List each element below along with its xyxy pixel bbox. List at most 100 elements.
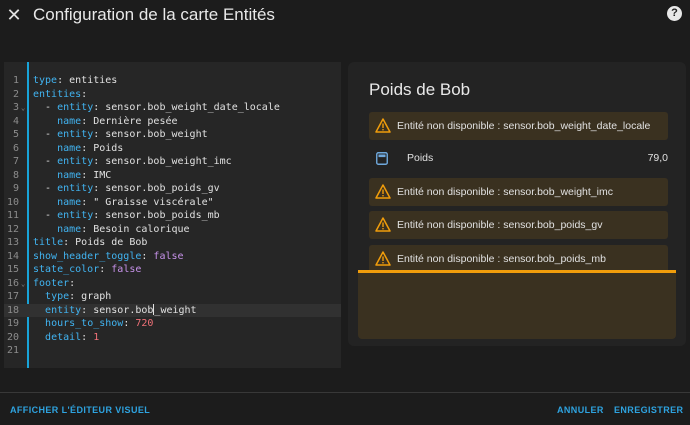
code-text: type: graph (33, 290, 111, 304)
line-number: 20 (6, 331, 19, 343)
code-token: entity (57, 102, 94, 113)
code-token: - (33, 129, 58, 140)
code-token: : sensor.bob_weight_date_locale (93, 102, 280, 113)
save-button[interactable]: ENREGISTRER (614, 404, 683, 416)
entity-name: Poids (407, 152, 434, 164)
code-text: footer: (33, 277, 75, 291)
code-line[interactable]: 4 name: Dernière pesée (4, 115, 341, 129)
cancel-button[interactable]: ANNULER (557, 404, 604, 416)
code-token: type (33, 75, 58, 86)
code-token: entity (57, 129, 94, 140)
code-token: entities (33, 88, 82, 100)
warning-icon (375, 118, 391, 133)
warning-text: Entité non disponible : sensor.bob_weigh… (397, 186, 613, 198)
code-text: entities: (33, 88, 87, 102)
code-token: - (33, 102, 58, 113)
code-line[interactable]: 11 - entity: sensor.bob_poids_mb (4, 209, 341, 223)
code-token: : (81, 88, 88, 100)
code-line[interactable]: 13 title: Poids de Bob (4, 236, 341, 250)
code-line[interactable]: 12 name: Besoin calorique (4, 223, 341, 237)
code-text: name: Dernière pesée (33, 115, 178, 129)
code-line[interactable]: 2 entities: (4, 88, 341, 102)
entity-row-poids[interactable]: Poids 79,0 (369, 149, 668, 169)
code-line[interactable]: 8 name: IMC (4, 169, 341, 183)
line-number: 21 (6, 345, 19, 356)
code-text: - entity: sensor.bob_poids_mb (33, 209, 220, 223)
code-token: : Besoin calorique (81, 223, 190, 235)
code-text: - entity: sensor.bob_poids_gv (33, 182, 220, 196)
code-token: : sensor.bob_poids_mb (93, 210, 220, 221)
code-line[interactable]: 9 - entity: sensor.bob_poids_gv (4, 182, 341, 196)
line-number: 2 (12, 88, 19, 100)
code-token: name (57, 169, 82, 181)
code-token: : sensor.bob_weight (93, 129, 208, 140)
code-token: name (57, 223, 82, 235)
code-line[interactable]: 10 name: " Graisse viscérale" (4, 196, 341, 210)
line-number: 18 (6, 304, 19, 316)
code-line[interactable]: 17 type: graph (4, 290, 341, 304)
code-line[interactable]: 21 (4, 344, 341, 358)
line-number: 7 (12, 156, 19, 167)
code-line[interactable]: 19 hours_to_show: 720 (4, 317, 341, 331)
code-line[interactable]: 5 - entity: sensor.bob_weight (4, 128, 341, 142)
code-line[interactable]: 7 - entity: sensor.bob_weight_imc (4, 155, 341, 169)
code-token: : sensor.bob (81, 304, 154, 316)
code-line[interactable]: 20 detail: 1 (4, 331, 341, 345)
line-number: 15 (6, 264, 19, 275)
code-text: show_header_toggle: false (33, 250, 184, 264)
code-token: : Poids de Bob (63, 237, 148, 248)
line-number: 10 (6, 196, 19, 208)
code-token: : Poids (81, 142, 124, 154)
yaml-code-editor[interactable]: 1 type: entities 2 entities: 3 ⌄ - entity: se… (4, 62, 341, 368)
code-line[interactable]: 15 state_color: false (4, 263, 341, 277)
code-token: title (33, 237, 64, 248)
line-number: 11 (6, 210, 19, 221)
code-token: - (33, 183, 58, 194)
fold-chevron-icon[interactable]: ⌄ (21, 278, 25, 292)
code-text: hours_to_show: 720 (33, 317, 153, 331)
code-line[interactable]: 1 type: entities (4, 74, 341, 88)
help-icon[interactable]: ? (667, 6, 682, 21)
code-token: : sensor.bob_poids_gv (93, 183, 220, 194)
code-line[interactable]: 16 ⌄ footer: (4, 277, 341, 291)
code-token: show_header_toggle (33, 250, 142, 262)
code-text: detail: 1 (33, 331, 99, 345)
card-title: Poids de Bob (369, 80, 471, 99)
code-token: : graph (69, 291, 112, 302)
warning-text: Entité non disponible : sensor.bob_poids… (397, 253, 606, 265)
code-line[interactable]: 14 show_header_toggle: false (4, 250, 341, 264)
show-visual-editor-button[interactable]: AFFICHER L'ÉDITEUR VISUEL (10, 404, 150, 416)
code-line[interactable]: 18 entity: sensor.bob_weight (4, 303, 341, 318)
code-text: type: entities (33, 74, 117, 88)
code-token: name (57, 142, 82, 154)
code-token: 1 (93, 331, 100, 343)
dialog-header: ✕ Configuration de la carte Entités ? (0, 0, 690, 30)
code-token: name (57, 196, 82, 208)
code-line[interactable]: 6 name: Poids (4, 142, 341, 156)
code-text: - entity: sensor.bob_weight_date_locale (33, 101, 280, 115)
code-token: : Dernière pesée (81, 115, 178, 127)
code-line[interactable]: 3 ⌄ - entity: sensor.bob_weight_date_loca… (4, 101, 341, 115)
code-token: : " Graisse viscérale" (81, 196, 214, 208)
entity-warning: Entité non disponible : sensor.bob_weigh… (369, 178, 668, 206)
close-icon[interactable]: ✕ (6, 4, 22, 26)
code-token: - (33, 210, 58, 221)
code-token: : (69, 277, 76, 289)
code-token: state_color (33, 264, 100, 275)
warning-icon (375, 184, 391, 199)
fold-chevron-icon[interactable]: ⌄ (21, 102, 25, 116)
code-token: : entities (57, 75, 118, 86)
code-text: entity: sensor.bob_weight (33, 303, 197, 318)
footer-graph-warning (358, 270, 676, 339)
code-token: : (99, 264, 112, 275)
code-text: state_color: false (33, 263, 141, 277)
line-number: 14 (6, 250, 19, 262)
code-text: name: Besoin calorique (33, 223, 190, 237)
line-number: 8 (12, 169, 19, 181)
